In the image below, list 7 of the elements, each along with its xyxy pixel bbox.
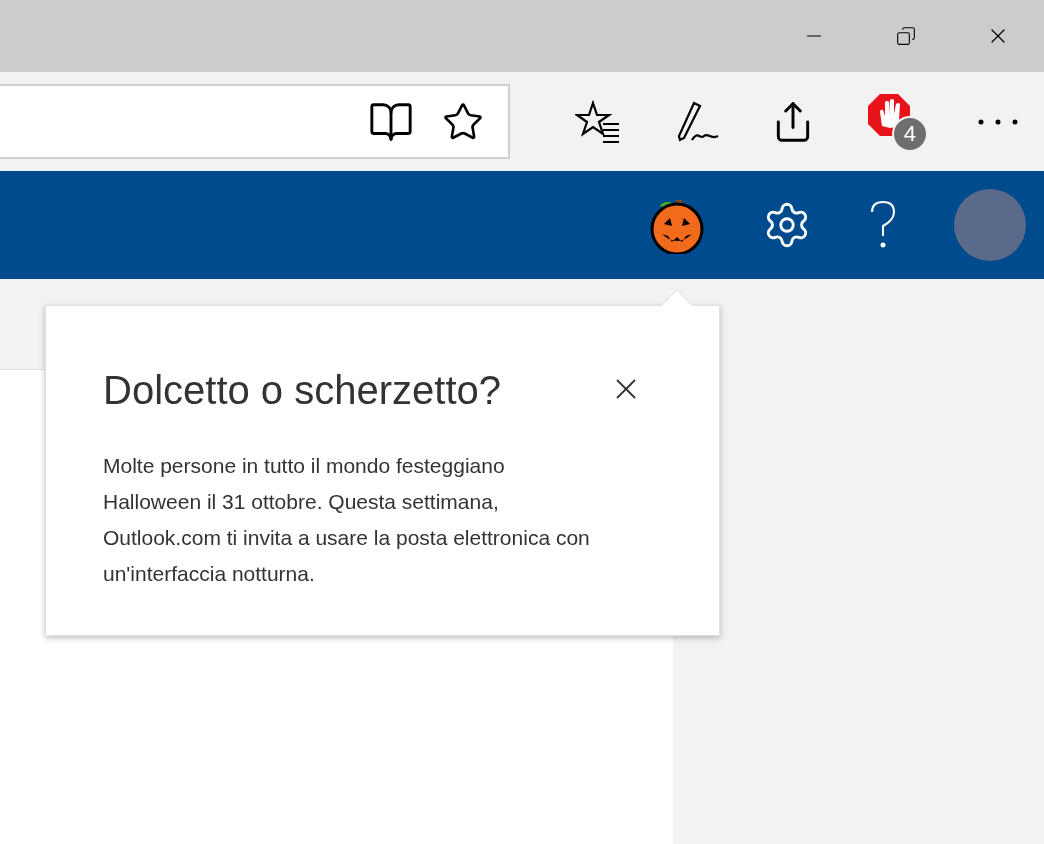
restore-icon[interactable] [896,26,916,46]
popup-body: Molte persone in tutto il mondo festeggiano Halloween il 31 ottobre. Questa settimana, Outlook.com ti invita a usare la posta elettronica con un'interfaccia notturna. [103,453,591,587]
blocked-count-badge: 4 [891,115,928,152]
help-icon[interactable] [868,200,898,250]
popup-title: Dolcetto o scherzetto? [103,367,501,414]
more-options-icon[interactable] [976,117,1019,126]
address-bar[interactable] [0,84,510,159]
